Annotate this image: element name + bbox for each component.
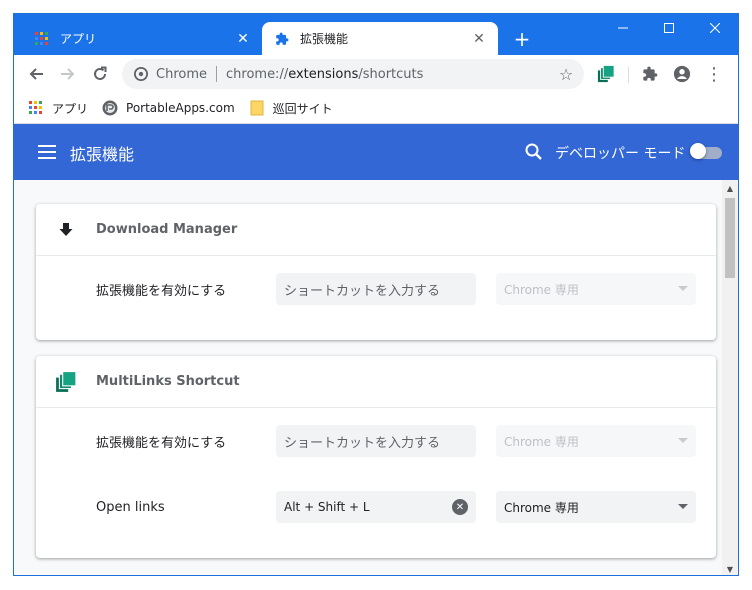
toolbar-separator [628, 67, 629, 83]
minimize-icon [618, 27, 628, 29]
extension-card-header: Download Manager [36, 204, 716, 256]
shortcut-placeholder: ショートカットを入力する [284, 283, 441, 299]
tab-close-icon[interactable]: ✕ [234, 30, 252, 48]
account-circle-icon [673, 65, 691, 83]
minimize-button[interactable] [600, 14, 646, 42]
scroll-thumb[interactable] [725, 198, 735, 278]
extension-card-header: MultiLinks Shortcut [36, 356, 716, 408]
extensions-button[interactable] [636, 60, 664, 88]
tab-extensions[interactable]: 拡張機能 ✕ [262, 22, 498, 55]
command-label: 拡張機能を有効にする [96, 283, 227, 299]
multilinks-extension-button[interactable] [592, 60, 620, 88]
page-title: 拡張機能 [70, 145, 135, 164]
new-tab-button[interactable]: + [510, 27, 534, 51]
bookmarks-bar: アプリ PortableApps.com 巡回サイト [14, 93, 738, 124]
bookmark-portableapps[interactable]: PortableApps.com [102, 96, 235, 120]
developer-mode-label: デベロッパー モード [555, 146, 686, 162]
command-label: Open links [96, 499, 165, 515]
omnibox[interactable]: Chrome chrome://extensions/shortcuts ☆ [122, 59, 584, 89]
command-label: 拡張機能を有効にする [96, 435, 227, 451]
extensions-header: 拡張機能 デベロッパー モード [14, 124, 738, 180]
chrome-logo-icon [134, 67, 148, 81]
dropdown-caret-icon [678, 286, 688, 291]
reload-button[interactable] [86, 60, 114, 88]
command-row: 拡張機能を有効にする ショートカットを入力する Chrome 専用 [36, 408, 716, 474]
dropdown-caret-icon [678, 438, 688, 443]
browser-window: アプリ ✕ 拡張機能 ✕ + Chrome chrome:// extensio… [13, 13, 739, 576]
omnibox-separator [216, 66, 217, 82]
url-scheme: chrome:// [226, 66, 289, 82]
puzzle-piece-icon [643, 66, 658, 81]
scope-value: Chrome 専用 [504, 500, 579, 515]
maximize-button[interactable] [646, 14, 692, 42]
url-host: extensions [288, 66, 359, 82]
tab-apps[interactable]: アプリ ✕ [22, 22, 262, 55]
shortcuts-content: Download Manager 拡張機能を有効にする ショートカットを入力する… [14, 180, 738, 575]
chrome-menu-button[interactable]: ⋮ [700, 60, 728, 88]
dropdown-caret-icon [678, 504, 688, 509]
apps-grid-icon [28, 100, 44, 116]
extension-name: MultiLinks Shortcut [96, 374, 240, 389]
close-icon [710, 23, 720, 33]
shortcut-value: Alt + Shift + L [284, 500, 370, 514]
bookmark-folder[interactable]: 巡回サイト [249, 96, 333, 120]
stacked-pages-icon [597, 65, 615, 83]
clear-shortcut-icon[interactable]: ✕ [452, 499, 468, 515]
scroll-down-arrow-icon[interactable]: ▼ [722, 561, 738, 575]
stacked-pages-icon [54, 370, 78, 394]
command-row: 拡張機能を有効にする ショートカットを入力する Chrome 専用 [36, 256, 716, 322]
forward-button[interactable] [54, 60, 82, 88]
developer-mode-toggle[interactable] [690, 143, 722, 159]
profile-button[interactable] [668, 60, 696, 88]
url-path: /shortcuts [358, 66, 424, 82]
puzzle-piece-icon [274, 31, 290, 47]
extension-card-multilinks: MultiLinks Shortcut 拡張機能を有効にする ショートカットを入… [36, 356, 716, 558]
apps-grid-icon [34, 31, 50, 47]
reload-icon [94, 66, 107, 80]
tab-close-icon[interactable]: ✕ [470, 30, 488, 48]
scope-select[interactable]: Chrome 専用 [496, 491, 696, 523]
bookmark-star-icon[interactable]: ☆ [554, 62, 578, 86]
scroll-up-arrow-icon[interactable]: ▲ [722, 180, 738, 196]
bookmark-label: 巡回サイト [272, 101, 333, 116]
back-arrow-icon [29, 68, 43, 80]
scope-value: Chrome 専用 [504, 434, 579, 449]
bookmark-label: アプリ [52, 101, 89, 116]
toolbar: Chrome chrome://extensions/shortcuts ☆ ⋮ [14, 55, 738, 93]
omnibox-site-label: Chrome [156, 66, 207, 82]
maximize-icon [664, 23, 674, 33]
shortcut-input[interactable]: Alt + Shift + L ✕ [276, 491, 476, 523]
vertical-scrollbar[interactable]: ▲ ▼ [722, 180, 738, 575]
bookmark-label: PortableApps.com [126, 101, 235, 115]
folder-icon [249, 100, 265, 116]
tab-strip: アプリ ✕ 拡張機能 ✕ + [14, 14, 738, 55]
menu-hamburger-icon[interactable] [38, 142, 56, 162]
search-icon[interactable] [522, 140, 546, 164]
more-vertical-icon: ⋮ [705, 63, 723, 85]
extension-card-download-manager: Download Manager 拡張機能を有効にする ショートカットを入力する… [36, 204, 716, 340]
tab-title: 拡張機能 [300, 32, 349, 46]
portableapps-icon [102, 100, 118, 116]
shortcut-placeholder: ショートカットを入力する [284, 435, 441, 451]
command-row: Open links Alt + Shift + L ✕ Chrome 専用 [36, 474, 716, 540]
close-window-button[interactable] [692, 14, 738, 42]
shortcut-input[interactable]: ショートカットを入力する [276, 273, 476, 305]
toggle-knob [690, 143, 706, 159]
shortcut-input[interactable]: ショートカットを入力する [276, 425, 476, 457]
scope-select[interactable]: Chrome 専用 [496, 273, 696, 305]
tab-title: アプリ [60, 32, 97, 46]
download-arrow-icon [54, 218, 78, 242]
scope-value: Chrome 専用 [504, 282, 579, 297]
scope-select[interactable]: Chrome 専用 [496, 425, 696, 457]
bookmark-apps[interactable]: アプリ [28, 96, 88, 120]
back-button[interactable] [22, 60, 50, 88]
extension-name: Download Manager [96, 222, 238, 237]
forward-arrow-icon [61, 68, 75, 80]
